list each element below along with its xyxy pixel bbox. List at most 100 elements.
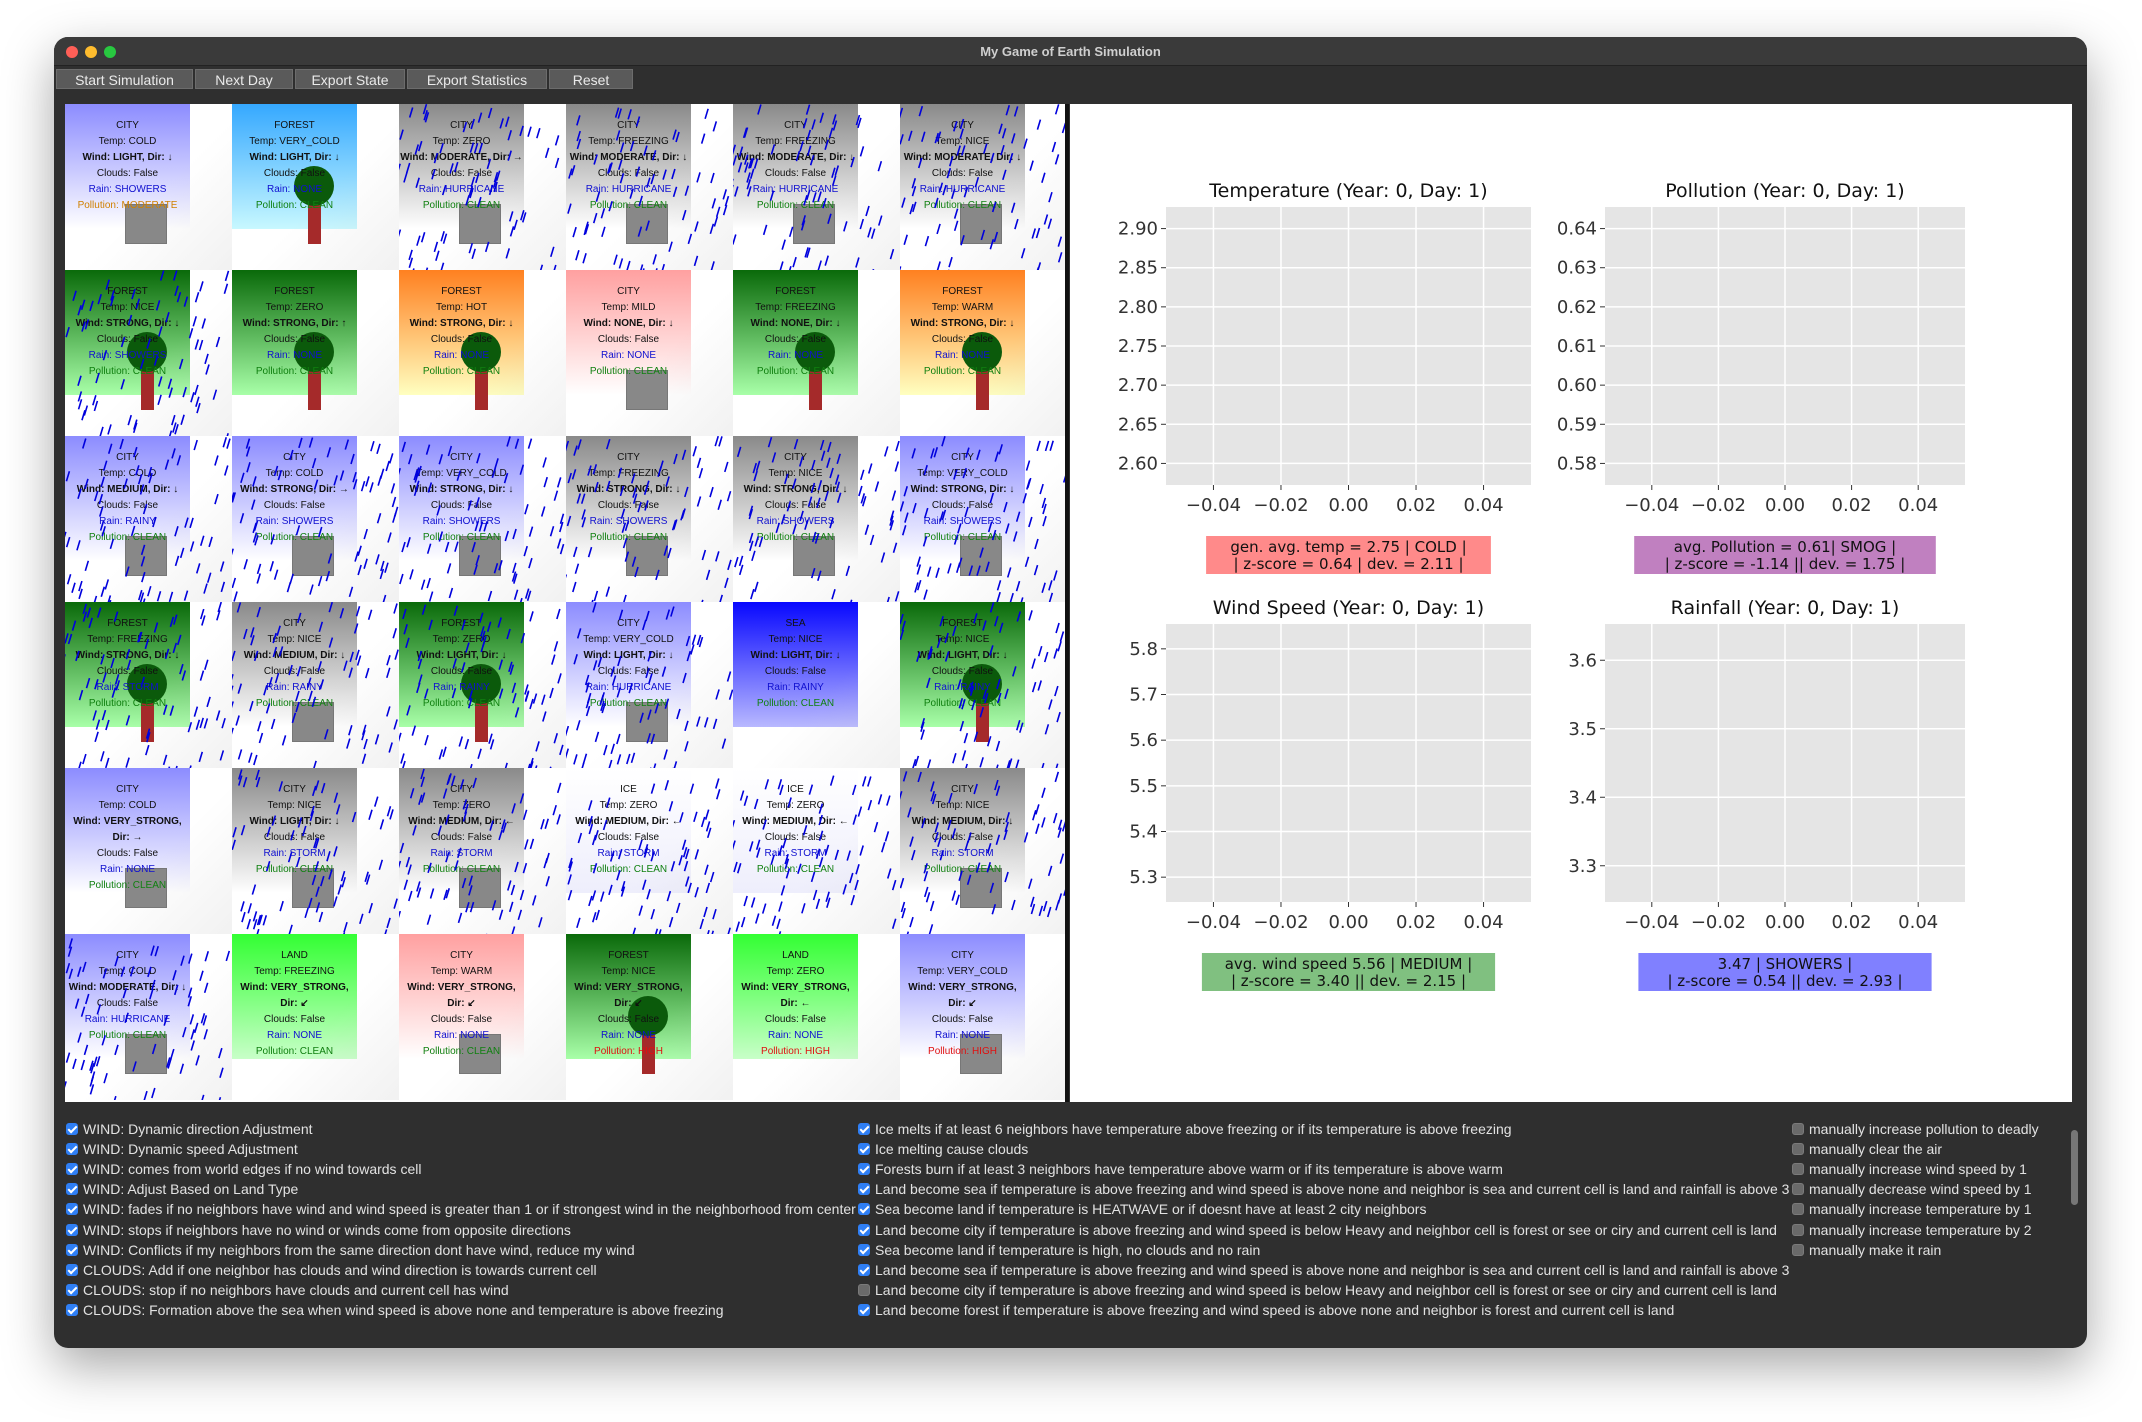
rule-checkbox[interactable]: Land become city if temperature is above… xyxy=(858,1280,1777,1300)
rule-checkbox[interactable]: WIND: Adjust Based on Land Type xyxy=(66,1179,298,1199)
grid-cell[interactable]: CITY Temp: VERY_COLD Wind: LIGHT, Dir: ↓ Cl… xyxy=(566,602,733,768)
grid-cell[interactable]: CITY Temp: NICE Wind: STRONG, Dir: ↓ Clouds… xyxy=(733,436,900,602)
checked-checkbox-icon[interactable] xyxy=(66,1263,78,1276)
unchecked-checkbox-icon[interactable] xyxy=(858,1283,870,1296)
unchecked-checkbox-icon[interactable] xyxy=(1792,1183,1804,1196)
grid-cell[interactable]: CITY Temp: VERY_COLD Wind: VERY_STRONG, Di… xyxy=(900,934,1067,1100)
checked-checkbox-icon[interactable] xyxy=(66,1123,78,1135)
grid-cell[interactable]: CITY Temp: VERY_COLD Wind: STRONG, Dir: ↓ C… xyxy=(399,436,566,602)
rules-scrollbar[interactable] xyxy=(2071,1130,2078,1205)
rule-checkbox[interactable]: Ice melts if at least 6 neighbors have t… xyxy=(858,1119,1512,1139)
grid-cell[interactable]: FOREST Temp: FREEZING Wind: NONE, Dir: ↓ Cl… xyxy=(733,270,900,436)
checked-checkbox-icon[interactable] xyxy=(66,1303,78,1316)
rule-checkbox[interactable]: WIND: fades if no neighbors have wind an… xyxy=(66,1199,856,1219)
rule-checkbox[interactable]: manually decrease wind speed by 1 xyxy=(1792,1179,2032,1199)
checked-checkbox-icon[interactable] xyxy=(66,1143,78,1156)
export-statistics-button[interactable]: Export Statistics xyxy=(407,69,547,89)
unchecked-checkbox-icon[interactable] xyxy=(1792,1143,1804,1156)
panel-divider[interactable] xyxy=(1065,104,1069,1102)
rule-checkbox[interactable]: manually increase wind speed by 1 xyxy=(1792,1159,2027,1179)
rule-checkbox[interactable]: WIND: Dynamic speed Adjustment xyxy=(66,1139,298,1159)
rule-checkbox[interactable]: manually increase temperature by 1 xyxy=(1792,1199,2032,1219)
grid-cell[interactable]: CITY Temp: COLD Wind: MEDIUM, Dir: ↓ Clouds… xyxy=(65,436,232,602)
grid-cell[interactable]: SEA Temp: NICE Wind: LIGHT, Dir: ↓ Clouds: … xyxy=(733,602,900,768)
rain-drop xyxy=(215,710,221,721)
rule-checkbox[interactable]: manually make it rain xyxy=(1792,1240,1941,1260)
unchecked-checkbox-icon[interactable] xyxy=(1792,1223,1804,1236)
grid-cell[interactable]: FOREST Temp: NICE Wind: STRONG, Dir: ↓ Clou… xyxy=(65,270,232,436)
grid-cell[interactable]: CITY Temp: FREEZING Wind: MODERATE, Dir: ↓… xyxy=(566,104,733,270)
grid-cell[interactable]: FOREST Temp: FREEZING Wind: STRONG, Dir: ↓… xyxy=(65,602,232,768)
rule-checkbox[interactable]: Sea become land if temperature is high, … xyxy=(858,1240,1260,1260)
grid-cell[interactable]: CITY Temp: ZERO Wind: MODERATE, Dir: → Clou… xyxy=(399,104,566,270)
checked-checkbox-icon[interactable] xyxy=(858,1163,870,1176)
rain-drop xyxy=(797,863,802,874)
grid-cell[interactable]: CITY Temp: WARM Wind: VERY_STRONG, Dir: ↙ C… xyxy=(399,934,566,1100)
grid-cell[interactable]: FOREST Temp: ZERO Wind: STRONG, Dir: ↑ Clou… xyxy=(232,270,399,436)
checked-checkbox-icon[interactable] xyxy=(858,1303,870,1316)
world-grid[interactable]: CITY Temp: COLD Wind: LIGHT, Dir: ↓ Clouds:… xyxy=(65,104,1067,1102)
checked-checkbox-icon[interactable] xyxy=(858,1243,870,1256)
rule-checkbox[interactable]: Land become city if temperature is above… xyxy=(858,1220,1777,1240)
grid-cell[interactable]: CITY Temp: NICE Wind: MODERATE, Dir: ↓ Clou… xyxy=(900,104,1067,270)
checked-checkbox-icon[interactable] xyxy=(66,1203,78,1216)
next-day-button[interactable]: Next Day xyxy=(195,69,293,89)
unchecked-checkbox-icon[interactable] xyxy=(1792,1243,1804,1256)
grid-cell[interactable]: ICE Temp: ZERO Wind: MEDIUM, Dir: ← Clouds:… xyxy=(566,768,733,934)
grid-cell[interactable]: FOREST Temp: HOT Wind: STRONG, Dir: ↓ Cloud… xyxy=(399,270,566,436)
grid-cell[interactable]: FOREST Temp: WARM Wind: STRONG, Dir: ↓ Clou… xyxy=(900,270,1067,436)
grid-cell[interactable]: CITY Temp: NICE Wind: LIGHT, Dir: ↓ Clouds:… xyxy=(232,768,399,934)
unchecked-checkbox-icon[interactable] xyxy=(1792,1163,1804,1176)
rule-checkbox[interactable]: WIND: stops if neighbors have no wind or… xyxy=(66,1220,571,1240)
grid-cell[interactable]: FOREST Temp: ZERO Wind: LIGHT, Dir: ↓ Cloud… xyxy=(399,602,566,768)
unchecked-checkbox-icon[interactable] xyxy=(1792,1123,1804,1135)
grid-cell[interactable]: LAND Temp: ZERO Wind: VERY_STRONG, Dir: ← C… xyxy=(733,934,900,1100)
start-simulation-button[interactable]: Start Simulation xyxy=(56,69,193,89)
grid-cell[interactable]: CITY Temp: MILD Wind: NONE, Dir: ↓ Clouds: … xyxy=(566,270,733,436)
grid-cell[interactable]: CITY Temp: COLD Wind: LIGHT, Dir: ↓ Clouds:… xyxy=(65,104,232,270)
export-state-button[interactable]: Export State xyxy=(295,69,405,89)
rule-checkbox[interactable]: CLOUDS: Add if one neighbor has clouds a… xyxy=(66,1260,597,1280)
grid-cell[interactable]: CITY Temp: NICE Wind: MEDIUM, Dir: ↓ Clouds… xyxy=(232,602,399,768)
rule-checkbox[interactable]: Land become sea if temperature is above … xyxy=(858,1260,1789,1280)
checked-checkbox-icon[interactable] xyxy=(66,1223,78,1236)
grid-cell[interactable]: FOREST Temp: NICE Wind: VERY_STRONG, Dir: … xyxy=(566,934,733,1100)
checked-checkbox-icon[interactable] xyxy=(858,1183,870,1196)
grid-cell[interactable]: FOREST Temp: NICE Wind: LIGHT, Dir: ↓ Cloud… xyxy=(900,602,1067,768)
grid-cell[interactable]: FOREST Temp: VERY_COLD Wind: LIGHT, Dir: ↓… xyxy=(232,104,399,270)
grid-cell[interactable]: CITY Temp: COLD Wind: STRONG, Dir: → Clouds… xyxy=(232,436,399,602)
grid-cell[interactable]: CITY Temp: NICE Wind: MEDIUM, Dir: ↓ Clouds… xyxy=(900,768,1067,934)
checked-checkbox-icon[interactable] xyxy=(858,1143,870,1156)
grid-cell[interactable]: LAND Temp: FREEZING Wind: VERY_STRONG, Dir… xyxy=(232,934,399,1100)
unchecked-checkbox-icon[interactable] xyxy=(1792,1203,1804,1216)
grid-cell[interactable]: CITY Temp: FREEZING Wind: MODERATE, Dir: ↓… xyxy=(733,104,900,270)
rule-checkbox[interactable]: Sea become land if temperature is HEATWA… xyxy=(858,1199,1426,1219)
grid-cell[interactable]: CITY Temp: ZERO Wind: MEDIUM, Dir: ← Clouds… xyxy=(399,768,566,934)
checked-checkbox-icon[interactable] xyxy=(66,1163,78,1176)
checked-checkbox-icon[interactable] xyxy=(858,1263,870,1276)
rule-checkbox[interactable]: Land become sea if temperature is above … xyxy=(858,1179,1789,1199)
checked-checkbox-icon[interactable] xyxy=(858,1203,870,1216)
grid-cell[interactable]: CITY Temp: FREEZING Wind: STRONG, Dir: ↓ Cl… xyxy=(566,436,733,602)
checked-checkbox-icon[interactable] xyxy=(66,1183,78,1196)
rule-checkbox[interactable]: WIND: Dynamic direction Adjustment xyxy=(66,1119,313,1139)
checked-checkbox-icon[interactable] xyxy=(66,1283,78,1296)
reset-button[interactable]: Reset xyxy=(549,69,633,89)
rule-checkbox[interactable]: WIND: Conflicts if my neighbors from the… xyxy=(66,1240,635,1260)
rule-checkbox[interactable]: CLOUDS: Formation above the sea when win… xyxy=(66,1300,724,1320)
rule-checkbox[interactable]: manually clear the air xyxy=(1792,1139,1942,1159)
grid-cell[interactable]: CITY Temp: VERY_COLD Wind: STRONG, Dir: ↓ C… xyxy=(900,436,1067,602)
rule-checkbox[interactable]: CLOUDS: stop if no neighbors have clouds… xyxy=(66,1280,509,1300)
checked-checkbox-icon[interactable] xyxy=(858,1223,870,1236)
rule-checkbox[interactable]: WIND: comes from world edges if no wind … xyxy=(66,1159,421,1179)
rule-checkbox[interactable]: manually increase pollution to deadly xyxy=(1792,1119,2039,1139)
checked-checkbox-icon[interactable] xyxy=(66,1243,78,1256)
grid-cell[interactable]: CITY Temp: COLD Wind: VERY_STRONG, Dir: → C… xyxy=(65,768,232,934)
rule-checkbox[interactable]: manually increase temperature by 2 xyxy=(1792,1220,2032,1240)
rule-checkbox[interactable]: Land become forest if temperature is abo… xyxy=(858,1300,1674,1320)
checked-checkbox-icon[interactable] xyxy=(858,1123,870,1135)
grid-cell[interactable]: CITY Temp: COLD Wind: MODERATE, Dir: ↓ Clou… xyxy=(65,934,232,1100)
grid-cell[interactable]: ICE Temp: ZERO Wind: MEDIUM, Dir: ← Clouds:… xyxy=(733,768,900,934)
rule-checkbox[interactable]: Ice melting cause clouds xyxy=(858,1139,1028,1159)
rule-checkbox[interactable]: Forests burn if at least 3 neighbors hav… xyxy=(858,1159,1503,1179)
